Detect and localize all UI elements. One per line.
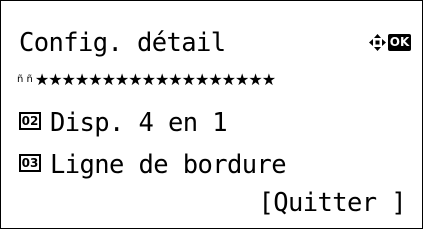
screen-title: Config. détail <box>19 28 226 58</box>
operation-panel-display: Config. détail OK ñ ñ ★★★★★★★★★★★★★★★★★★ … <box>0 0 423 229</box>
menu-item-label: Ligne de bordure <box>50 150 287 180</box>
progress-star-row: ★★★★★★★★★★★★★★★★★★ <box>34 69 276 89</box>
four-way-arrow-icon <box>369 34 386 51</box>
quit-button[interactable]: [Quitter ] <box>258 187 406 219</box>
ok-key-icon[interactable]: OK <box>388 34 411 51</box>
menu-item-number-badge: 02 <box>19 112 41 130</box>
progress-lead: ñ ñ <box>17 73 33 85</box>
menu-item-label: Disp. 4 en 1 <box>50 108 228 138</box>
menu-item-disp-4-en-1[interactable]: 02 Disp. 4 en 1 <box>19 107 228 139</box>
menu-item-ligne-de-bordure[interactable]: 03 Ligne de bordure <box>19 149 287 181</box>
progress-stars: ñ ñ ★★★★★★★★★★★★★★★★★★ <box>17 69 417 89</box>
menu-item-number-badge: 03 <box>19 154 41 172</box>
